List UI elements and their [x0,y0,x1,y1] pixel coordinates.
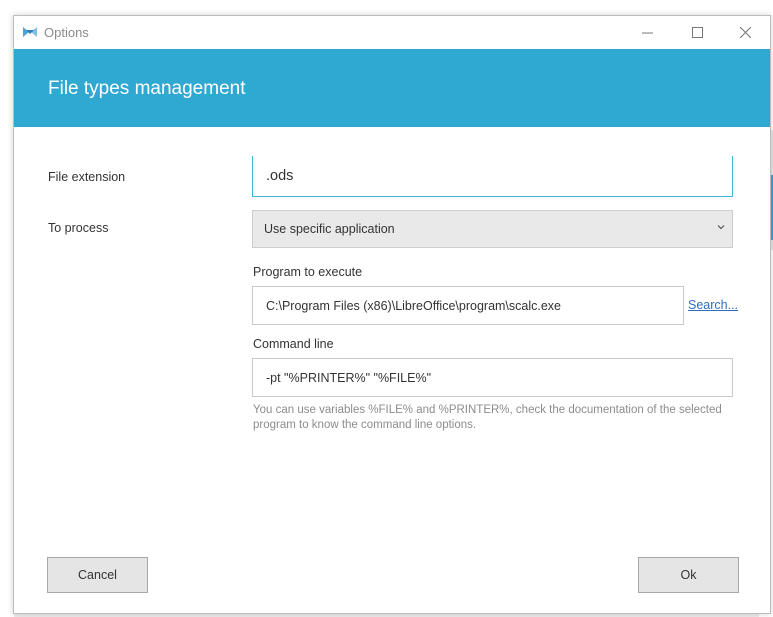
close-button[interactable] [722,16,768,48]
chevron-down-icon [717,225,725,230]
command-line-value: -pt "%PRINTER%" "%FILE%" [266,370,432,385]
command-line-input[interactable]: -pt "%PRINTER%" "%FILE%" [252,358,733,397]
to-process-value: Use specific application [264,222,395,236]
ok-button[interactable]: Ok [638,557,739,593]
maximize-button[interactable] [674,16,720,48]
minimize-button[interactable] [624,16,670,48]
to-process-label: To process [48,221,109,235]
title-bar: Options [14,16,770,48]
dialog-header: File types management [14,49,770,127]
options-dialog: Options File types management File exten… [13,15,771,614]
to-process-select[interactable]: Use specific application [252,210,733,248]
app-logo-icon [23,27,37,37]
command-line-label: Command line [253,337,334,351]
maximize-icon [691,26,703,38]
file-extension-input[interactable]: .ods [252,156,733,197]
file-extension-value: .ods [266,168,294,184]
command-line-help: You can use variables %FILE% and %PRINTE… [253,404,722,431]
program-path-input[interactable]: C:\Program Files (x86)\LibreOffice\progr… [252,286,684,325]
window-title: Options [44,25,89,40]
program-path-value: C:\Program Files (x86)\LibreOffice\progr… [266,298,562,313]
program-label: Program to execute [253,265,363,279]
page-title: File types management [48,78,246,99]
file-extension-label: File extension [48,170,126,184]
close-icon [739,26,751,38]
search-link[interactable]: Search... [688,298,738,312]
cancel-button[interactable]: Cancel [47,557,148,593]
minimize-icon [641,32,653,33]
